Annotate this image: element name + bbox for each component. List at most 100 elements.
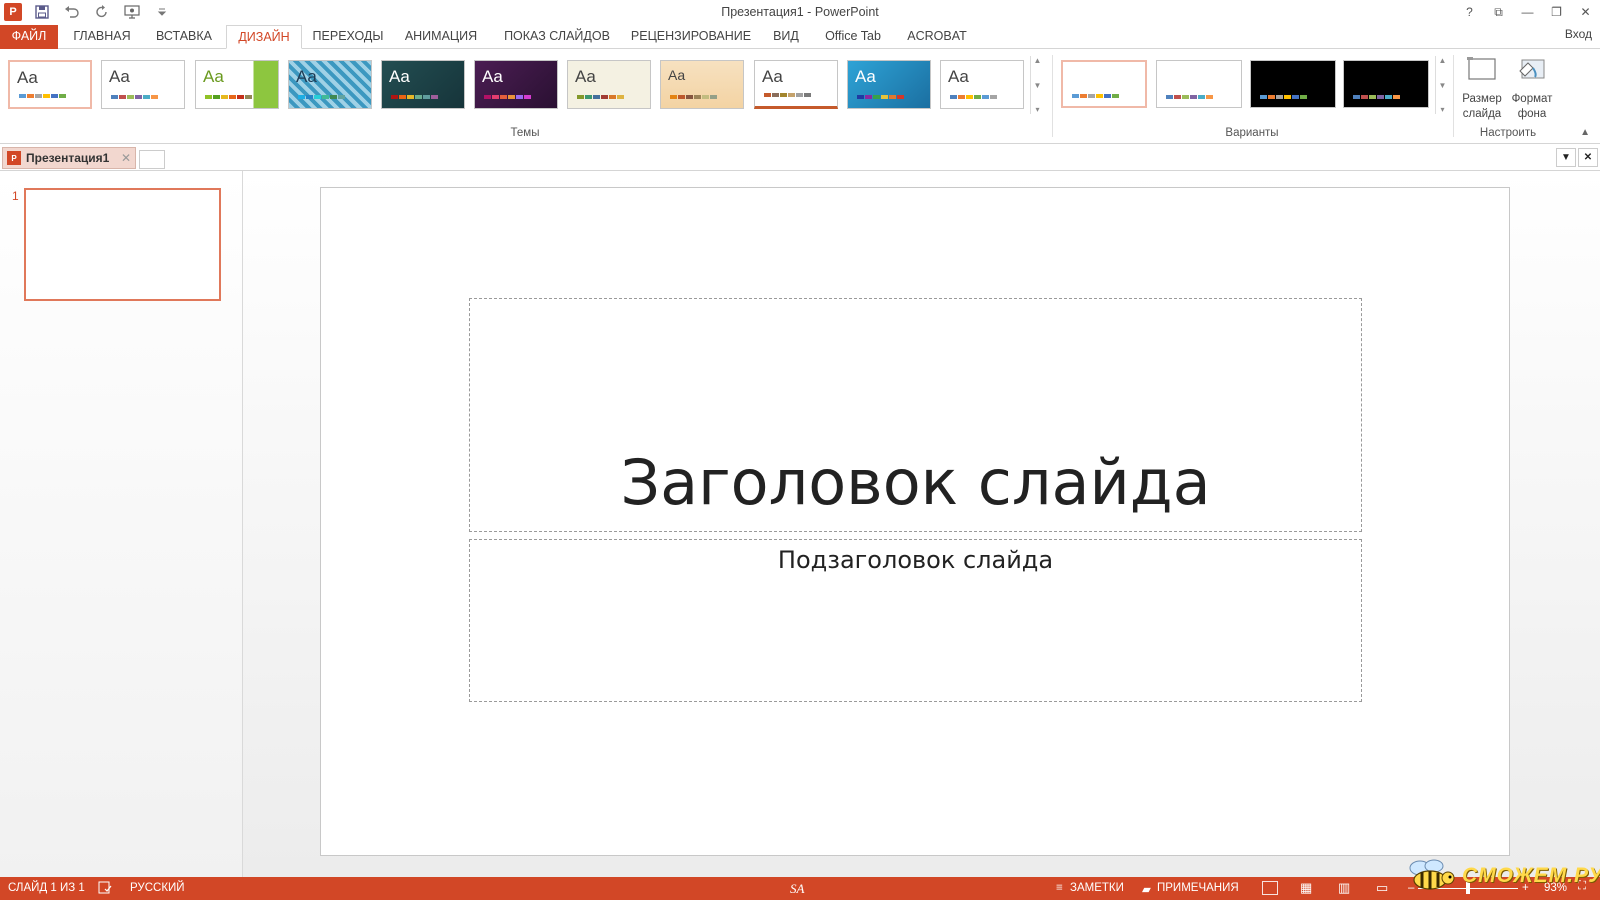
reading-view-icon[interactable]: ▥ xyxy=(1338,880,1350,896)
variants-gallery-scroll[interactable]: ▲ ▼ ▾ xyxy=(1435,56,1449,114)
theme-organic[interactable]: Aa xyxy=(567,60,651,109)
customize-group-label: Настроить xyxy=(1479,127,1537,139)
theme-banded[interactable]: Aa xyxy=(940,60,1024,109)
theme-sample-text: Aa xyxy=(109,67,130,86)
ribbon-tabs: ФАЙЛ ГЛАВНАЯ ВСТАВКА ДИЗАЙН ПЕРЕХОДЫ АНИ… xyxy=(0,24,1600,49)
slideshow-view-icon[interactable]: ▭ xyxy=(1376,880,1388,896)
theme-office[interactable]: Aa xyxy=(8,60,92,109)
variants-group-label: Варианты xyxy=(1225,127,1279,139)
tab-transitions[interactable]: ПЕРЕХОДЫ xyxy=(308,25,388,49)
theme-ion[interactable]: Aa xyxy=(381,60,465,109)
minimize-button[interactable]: — xyxy=(1513,0,1542,24)
tab-list-dropdown[interactable]: ▼ xyxy=(1556,148,1576,167)
scroll-down-icon[interactable]: ▼ xyxy=(1439,81,1447,90)
theme-sample-text: Aa xyxy=(668,67,686,83)
window-controls: ? ⧉ — ❐ ✕ xyxy=(1455,0,1600,24)
language-indicator[interactable]: РУССКИЙ xyxy=(130,882,185,894)
slide-thumbnail[interactable] xyxy=(24,188,221,301)
help-button[interactable]: ? xyxy=(1455,0,1484,24)
slide-thumbnails-pane: 1 xyxy=(0,171,243,877)
powerpoint-window: P Презентация1 - PowerPoint ? ⧉ — ❐ ✕ ФА… xyxy=(0,0,1600,900)
ribbon-display-options-button[interactable]: ⧉ xyxy=(1484,0,1513,24)
notes-button[interactable]: ЗАМЕТКИ xyxy=(1070,882,1124,894)
theme-integral[interactable]: Aa xyxy=(288,60,372,109)
title-bar: P Презентация1 - PowerPoint ? ⧉ — ❐ ✕ xyxy=(0,0,1600,24)
tab-view[interactable]: ВИД xyxy=(766,25,806,49)
slide[interactable]: Заголовок слайда Подзаголовок слайда xyxy=(320,187,1510,856)
tab-acrobat[interactable]: ACROBAT xyxy=(902,25,972,49)
variant-4[interactable] xyxy=(1343,60,1429,108)
slide-counter[interactable]: СЛАЙД 1 ИЗ 1 xyxy=(8,882,85,894)
status-bar: СЛАЙД 1 ИЗ 1 РУССКИЙ SA ≡ ЗАМЕТКИ ▰ ПРИМ… xyxy=(0,877,1600,900)
group-separator xyxy=(1453,55,1454,137)
variant-3[interactable] xyxy=(1250,60,1336,108)
center-mark: SA xyxy=(790,881,805,896)
gallery-more-icon[interactable]: ▾ xyxy=(1440,105,1444,114)
theme-slice[interactable]: Aa xyxy=(754,60,838,109)
slide-size-button[interactable]: Размер слайда xyxy=(1458,55,1506,123)
theme-sample-text: Aa xyxy=(575,67,596,86)
theme-sample-text: Aa xyxy=(389,67,410,86)
theme-ion-boardroom[interactable]: Aa xyxy=(474,60,558,109)
document-tab-label: Презентация1 xyxy=(26,151,110,165)
close-tab-icon[interactable]: ✕ xyxy=(121,151,131,165)
scroll-up-icon[interactable]: ▲ xyxy=(1034,56,1042,65)
format-background-label: Формат фона xyxy=(1511,93,1553,120)
scroll-down-icon[interactable]: ▼ xyxy=(1034,81,1042,90)
slide-canvas: Заголовок слайда Подзаголовок слайда xyxy=(243,171,1600,877)
notes-icon[interactable]: ≡ xyxy=(1056,882,1063,894)
slide-sorter-icon[interactable]: ▦ xyxy=(1300,880,1312,896)
slide-title: Заголовок слайда xyxy=(620,446,1211,519)
tab-animations[interactable]: АНИМАЦИЯ xyxy=(398,25,484,49)
document-tab[interactable]: P Презентация1 ✕ xyxy=(2,147,136,169)
sign-in-link[interactable]: Вход xyxy=(1565,27,1592,41)
close-document-button[interactable]: ✕ xyxy=(1578,148,1598,167)
tab-design[interactable]: ДИЗАЙН xyxy=(226,25,302,49)
slide-size-label: Размер слайда xyxy=(1462,93,1502,120)
spellcheck-icon[interactable] xyxy=(98,881,112,897)
slide-size-icon xyxy=(1467,57,1496,80)
normal-view-icon[interactable] xyxy=(1262,881,1278,895)
design-ribbon: Aa Aa Aa Aa Aa Aa Aa Aa Aa Aa Aa ▲ ▼ ▾ Т… xyxy=(0,49,1600,144)
theme-office-2[interactable]: Aa xyxy=(101,60,185,109)
theme-retrospect[interactable]: Aa xyxy=(660,60,744,109)
theme-sample-text: Aa xyxy=(762,67,783,86)
bee-logo-icon xyxy=(1409,859,1455,890)
office-tab-bar: P Презентация1 ✕ ▼ ✕ xyxy=(0,144,1600,171)
tab-home[interactable]: ГЛАВНАЯ xyxy=(66,25,138,49)
title-placeholder[interactable]: Заголовок слайда xyxy=(469,298,1362,532)
window-title: Презентация1 - PowerPoint xyxy=(721,5,879,19)
tab-insert[interactable]: ВСТАВКА xyxy=(146,25,222,49)
subtitle-placeholder[interactable]: Подзаголовок слайда xyxy=(469,539,1362,702)
variant-1[interactable] xyxy=(1061,60,1147,108)
tab-review[interactable]: РЕЦЕНЗИРОВАНИЕ xyxy=(630,25,752,49)
format-background-button[interactable]: Формат фона xyxy=(1508,55,1556,123)
close-button[interactable]: ✕ xyxy=(1571,0,1600,24)
group-separator xyxy=(1052,55,1053,137)
format-background-icon xyxy=(1519,59,1545,79)
theme-sample-text: Aa xyxy=(482,67,503,86)
tab-office-tab[interactable]: Office Tab xyxy=(818,25,888,49)
tab-file[interactable]: ФАЙЛ xyxy=(0,25,58,49)
theme-facet[interactable]: Aa xyxy=(195,60,279,109)
watermark-text: СМОЖЕМ.РУ xyxy=(1462,864,1600,887)
slide-subtitle: Подзаголовок слайда xyxy=(777,546,1054,574)
theme-sample-text: Aa xyxy=(17,68,38,87)
theme-sample-text: Aa xyxy=(203,67,224,86)
collapse-ribbon-icon[interactable]: ▲ xyxy=(1580,127,1590,138)
theme-sample-text: Aa xyxy=(855,67,876,86)
tab-slideshow[interactable]: ПОКАЗ СЛАЙДОВ xyxy=(500,25,614,49)
slide-number: 1 xyxy=(12,189,19,203)
gallery-more-icon[interactable]: ▾ xyxy=(1035,105,1039,114)
comments-icon[interactable]: ▰ xyxy=(1142,882,1151,896)
variant-2[interactable] xyxy=(1156,60,1242,108)
theme-sample-text: Aa xyxy=(948,67,969,86)
scroll-up-icon[interactable]: ▲ xyxy=(1439,56,1447,65)
theme-sample-text: Aa xyxy=(296,67,317,86)
new-tab-button[interactable] xyxy=(139,150,165,169)
comments-button[interactable]: ПРИМЕЧАНИЯ xyxy=(1157,882,1239,894)
theme-wisp[interactable]: Aa xyxy=(847,60,931,109)
themes-gallery-scroll[interactable]: ▲ ▼ ▾ xyxy=(1030,56,1044,114)
restore-button[interactable]: ❐ xyxy=(1542,0,1571,24)
site-watermark: СМОЖЕМ.РУ xyxy=(1400,856,1600,894)
